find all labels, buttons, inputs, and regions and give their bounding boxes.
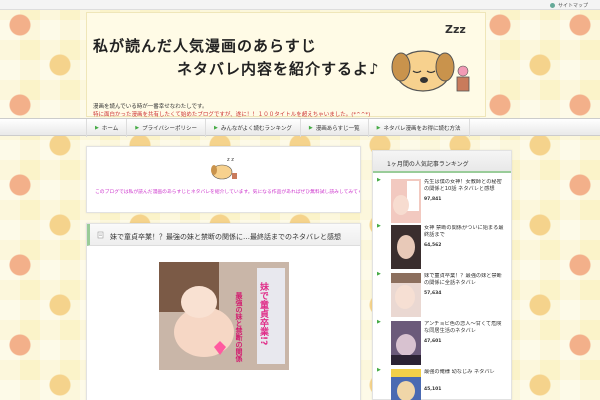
- post-thumbnail[interactable]: 妹で童貞卒業!? 最強の妹と禁断の関係: [159, 262, 289, 370]
- ranking-item[interactable]: ▶ 最強の俺様 幼なじみ ネタバレ 45,101: [377, 367, 509, 400]
- ranking-title[interactable]: 最強の俺様 幼なじみ ネタバレ: [424, 369, 504, 376]
- ranking-item[interactable]: ▶ 女神 禁断の関係がついに始まる最終話まで 64,562: [377, 223, 509, 271]
- ranking-thumbnail[interactable]: [391, 225, 421, 269]
- site-title-line2[interactable]: ネタバレ内容を紹介するよ♪: [177, 58, 380, 79]
- ranking-views: 45,101: [424, 387, 442, 392]
- sitemap-link[interactable]: サイトマップ: [549, 2, 588, 9]
- nav-item-privacy[interactable]: ▶ プライバシーポリシー: [126, 119, 205, 137]
- nav-item-label: プライバシーポリシー: [142, 126, 197, 132]
- site-header: 私が読んだ人気漫画のあらすじ ネタバレ内容を紹介するよ♪ 漫画を読んでいる時が一…: [86, 12, 486, 118]
- intro-text: このブログでは私が読んだ漫画のあらすじとネタバレを紹介しています。気になる作品が…: [95, 190, 360, 195]
- ranking-thumbnail[interactable]: [391, 321, 421, 365]
- ranking-thumbnail[interactable]: [391, 369, 421, 400]
- sitemap-label: サイトマップ: [557, 3, 588, 9]
- ranking-title[interactable]: 妹で童貞卒業！？最強の妹と禁断の関係に全話ネタバレ: [424, 273, 504, 287]
- post-title[interactable]: 妹で童貞卒業！？最強の妹と禁断の関係に…最終話までのネタバレと感想: [110, 232, 341, 242]
- arrow-right-icon: ▶: [376, 125, 381, 131]
- nav-item-label: 漫画あらすじ一覧: [315, 126, 360, 132]
- home-icon: [549, 3, 555, 8]
- arrow-right-icon: ▶: [377, 223, 381, 229]
- ranking-item[interactable]: ▶ 先生は僕の女神！女教師との秘密の関係と10話 ネタバレと感想 97,841: [377, 177, 509, 225]
- post-title-bar: 妹で童貞卒業！？最強の妹と禁断の関係に…最終話までのネタバレと感想: [87, 224, 360, 246]
- ranking-thumbnail[interactable]: [391, 179, 421, 223]
- intro-box: z z このブログでは私が読んだ漫画のあらすじとネタバレを紹介しています。気にな…: [86, 146, 361, 213]
- arrow-right-icon: ▶: [213, 125, 218, 131]
- arrow-right-icon: ▶: [377, 367, 381, 373]
- sidebar-ranking: 1ヶ月間の人気記事ランキング ▶ 先生は僕の女神！女教師との秘密の関係と10話 …: [372, 150, 512, 400]
- ranking-views: 64,562: [424, 243, 442, 248]
- nav-item-howto[interactable]: ▶ ネタバレ漫画をお得に読む方法: [367, 119, 470, 137]
- arrow-right-icon: ▶: [308, 125, 313, 131]
- sleeping-dog-logo: Zzz: [391, 23, 470, 92]
- arrow-right-icon: ▶: [377, 271, 381, 277]
- nav-item-list[interactable]: ▶ 漫画あらすじ一覧: [299, 119, 368, 137]
- ranking-title[interactable]: 女神 禁断の関係がついに始まる最終話まで: [424, 225, 504, 239]
- logo-zzz: Zzz: [445, 23, 466, 36]
- top-bar: サイトマップ: [0, 0, 600, 10]
- ranking-item[interactable]: ▶ アンチョビ色の恋人～甘くて危険な同居生活のネタバレ 47,601: [377, 319, 509, 367]
- sidebar-heading: 1ヶ月間の人気記事ランキング: [373, 151, 511, 173]
- svg-text:z z: z z: [227, 157, 234, 163]
- post-card: 妹で童貞卒業！？最強の妹と禁断の関係に…最終話までのネタバレと感想 妹で童貞卒業…: [86, 223, 361, 400]
- nav-item-label: ネタバレ漫画をお得に読む方法: [383, 126, 461, 132]
- ranking-views: 57,634: [424, 291, 442, 296]
- site-description-line2: 特に面白かった漫画を共有したくて始めたブログですが、遂に！！１００タイトルを超え…: [93, 112, 371, 118]
- nav-item-label: ホーム: [101, 126, 119, 132]
- site-title-line1[interactable]: 私が読んだ人気漫画のあらすじ: [93, 35, 317, 56]
- thumb-text-a: 妹で童貞卒業!?: [258, 281, 270, 345]
- ranking-title[interactable]: アンチョビ色の恋人～甘くて危険な同居生活のネタバレ: [424, 321, 504, 335]
- arrow-right-icon: ▶: [135, 125, 140, 131]
- ranking-views: 47,601: [424, 339, 442, 344]
- global-nav: ▶ ホーム ▶ プライバシーポリシー ▶ みんながよく読むランキング ▶ 漫画あらすじ一…: [0, 118, 600, 137]
- arrow-right-icon: ▶: [377, 319, 381, 325]
- nav-item-label: みんながよく読むランキング: [220, 126, 292, 132]
- ranking-thumbnail[interactable]: [391, 273, 421, 317]
- arrow-right-icon: ▶: [95, 125, 99, 131]
- nav-item-ranking[interactable]: ▶ みんながよく読むランキング: [204, 119, 300, 137]
- sidebar-heading-text: 1ヶ月間の人気記事ランキング: [387, 161, 469, 168]
- ranking-item[interactable]: ▶ 妹で童貞卒業！？最強の妹と禁断の関係に全話ネタバレ 57,634: [377, 271, 509, 319]
- ranking-title[interactable]: 先生は僕の女神！女教師との秘密の関係と10話 ネタバレと感想: [424, 179, 504, 193]
- nav-item-home[interactable]: ▶ ホーム: [86, 119, 126, 137]
- document-icon: [97, 231, 104, 239]
- arrow-right-icon: ▶: [377, 177, 381, 183]
- thumb-text-b: 最強の妹と禁断の関係: [235, 291, 244, 363]
- sleeping-dog-icon: z z: [211, 157, 237, 180]
- site-description-line1: 漫画を読んでいる時が一番幸せなわたしです。: [93, 104, 208, 110]
- ranking-views: 97,841: [424, 197, 442, 202]
